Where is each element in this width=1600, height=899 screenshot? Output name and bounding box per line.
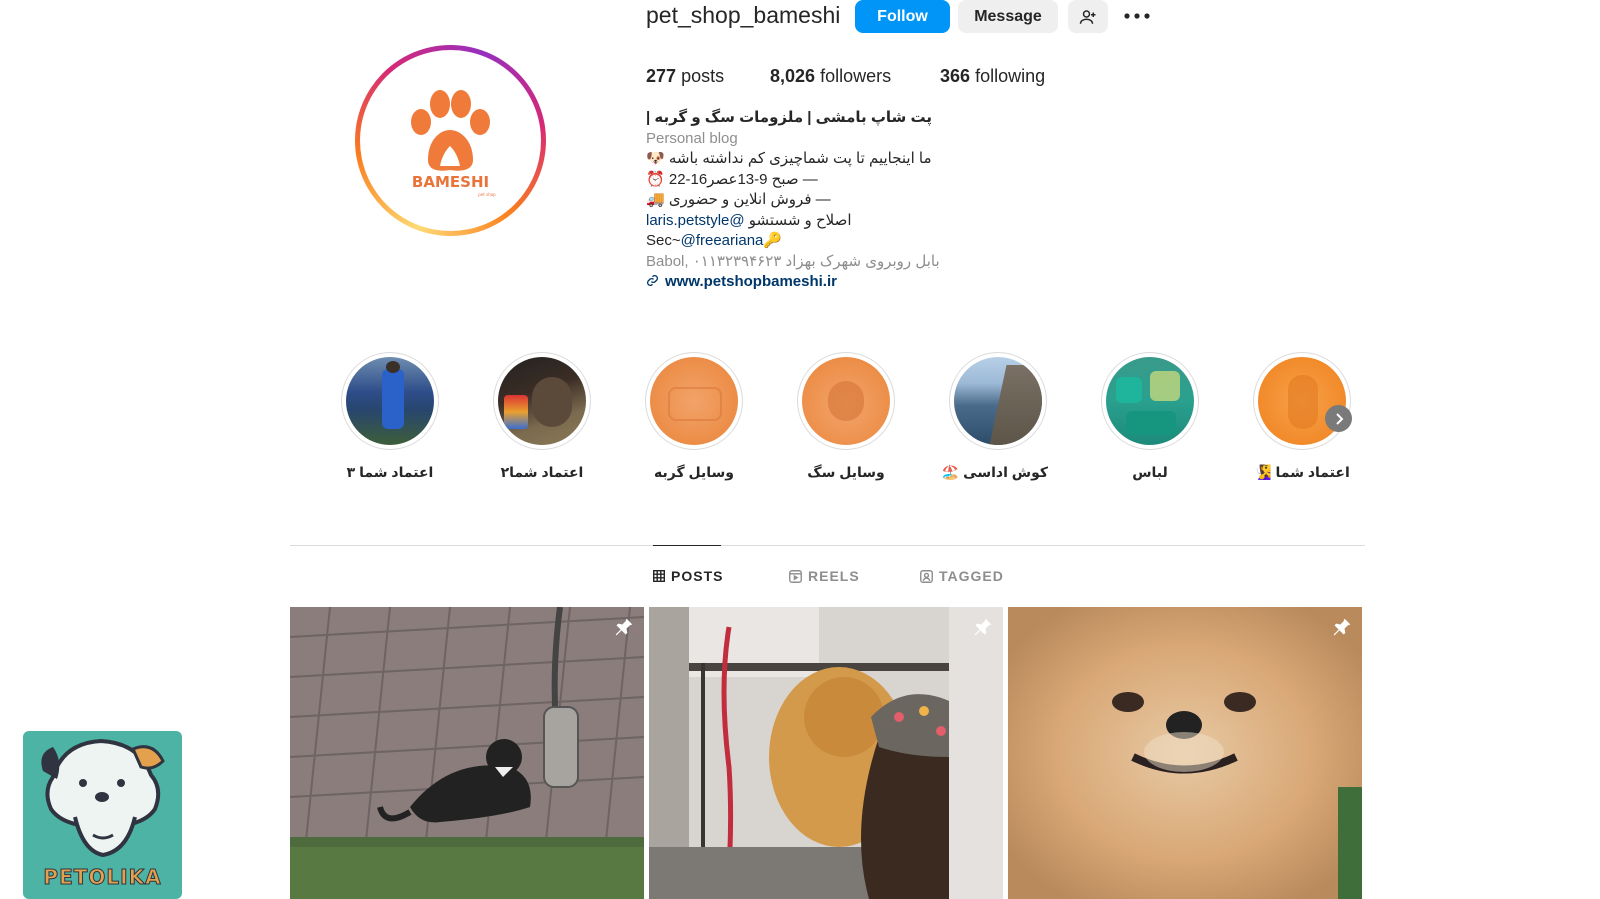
- highlight-cover: [1258, 357, 1346, 445]
- tab-posts[interactable]: POSTS: [653, 568, 723, 584]
- bio-mention-laris[interactable]: @laris.petstyle: [646, 212, 745, 229]
- post-thumbnail: [290, 607, 644, 899]
- post-thumbnail: [649, 607, 1003, 899]
- add-user-icon: [1079, 9, 1096, 24]
- story-highlight[interactable]: لباس: [1100, 352, 1200, 481]
- bio-website-link[interactable]: www.petshopbameshi.ir: [646, 272, 1006, 293]
- bio-line: Sec~@freeariana🔑: [646, 232, 783, 249]
- follow-button[interactable]: Follow: [855, 0, 950, 33]
- highlight-cover: [954, 357, 1042, 445]
- story-highlight[interactable]: کوش اداسی 🏖️: [941, 352, 1048, 481]
- highlight-label: لباس: [1132, 464, 1168, 480]
- highlights-next-button[interactable]: [1325, 405, 1352, 432]
- tagged-icon: [920, 569, 933, 583]
- bio-line-text: اصلاح و شستشو: [748, 211, 852, 229]
- highlight-label: کوش اداسی 🏖️: [941, 464, 1048, 480]
- petolika-text: PETOLIKA: [43, 865, 162, 890]
- bio-mention-freeariana[interactable]: @freeariana: [681, 232, 764, 249]
- pin-icon: [615, 618, 633, 636]
- highlight-label: وسایل گربه: [654, 464, 734, 480]
- story-highlight[interactable]: اعتماد شما۲: [492, 352, 592, 481]
- highlight-cover: [498, 357, 586, 445]
- story-highlight[interactable]: وسایل سگ: [796, 352, 896, 481]
- stat-followers[interactable]: 8,026 followers: [770, 66, 891, 87]
- post-tile[interactable]: [649, 607, 1003, 899]
- highlight-label: اعتماد شما۲: [500, 464, 584, 480]
- profile-bio: پت شاپ بامشی | ملزومات سگ و گربه | Perso…: [646, 108, 1006, 293]
- tab-tagged[interactable]: TAGGED: [920, 568, 1004, 584]
- pin-icon: [974, 618, 992, 636]
- avatar-text: BAMESHI: [412, 173, 489, 191]
- bio-line: ما اینجاییم تا پت شماچیزی کم نداشته باشه…: [646, 150, 932, 167]
- more-options-button[interactable]: [1120, 4, 1154, 28]
- highlight-label: اعتماد شما ۳: [346, 464, 434, 480]
- highlight-cover: [650, 357, 738, 445]
- chevron-right-icon: [1335, 412, 1343, 425]
- post-tile[interactable]: [1008, 607, 1362, 899]
- add-user-button[interactable]: [1068, 0, 1108, 33]
- key-emoji: 🔑: [763, 232, 783, 249]
- highlight-cover: [1106, 357, 1194, 445]
- petolika-watermark: PETOLIKA: [23, 731, 182, 899]
- tabs-divider: [290, 545, 1365, 546]
- profile-username: pet_shop_bameshi: [646, 2, 841, 28]
- bio-category: Personal blog: [646, 129, 738, 147]
- stat-posts: 277 posts: [646, 66, 725, 86]
- bio-line: — صبح 9-13عصر16-22 ⏰: [646, 170, 818, 188]
- bio-name: پت شاپ بامشی | ملزومات سگ و گربه |: [646, 109, 932, 126]
- avatar-subtext: pet shop: [478, 192, 496, 197]
- bio-line: — فروش انلاین و حضوری 🚚: [646, 191, 831, 208]
- highlight-label: وسایل سگ: [807, 464, 885, 480]
- bameshi-logo: BAMESHI pet shop: [411, 90, 496, 197]
- highlight-label: اعتماد شما 🧏‍♀️: [1254, 464, 1350, 480]
- profile-avatar[interactable]: BAMESHI pet shop: [355, 45, 546, 236]
- tab-reels[interactable]: REELS: [789, 568, 860, 584]
- bio-line: اصلاح و شستشو @laris.petstyle: [646, 211, 1006, 232]
- story-highlight[interactable]: اعتماد شما ۳: [340, 352, 440, 481]
- message-button[interactable]: Message: [958, 0, 1058, 33]
- post-tile[interactable]: [290, 607, 644, 899]
- bio-address: بابل روبروی شهرک بهزاد ۰۱۱۳۲۳۹۴۶۲۳ ,Babo…: [646, 252, 940, 270]
- pin-icon: [1333, 618, 1351, 636]
- highlight-cover: [802, 357, 890, 445]
- more-horizontal-icon: [1124, 13, 1150, 19]
- post-thumbnail: [1008, 607, 1362, 899]
- petolika-logo-icon: [41, 738, 165, 858]
- grid-icon: [653, 570, 665, 582]
- link-icon: [646, 274, 659, 287]
- reels-icon: [789, 569, 802, 583]
- stat-following[interactable]: 366 following: [940, 66, 1045, 87]
- highlight-cover: [346, 357, 434, 445]
- active-tab-indicator: [653, 545, 721, 546]
- story-highlight[interactable]: وسایل گربه: [644, 352, 744, 481]
